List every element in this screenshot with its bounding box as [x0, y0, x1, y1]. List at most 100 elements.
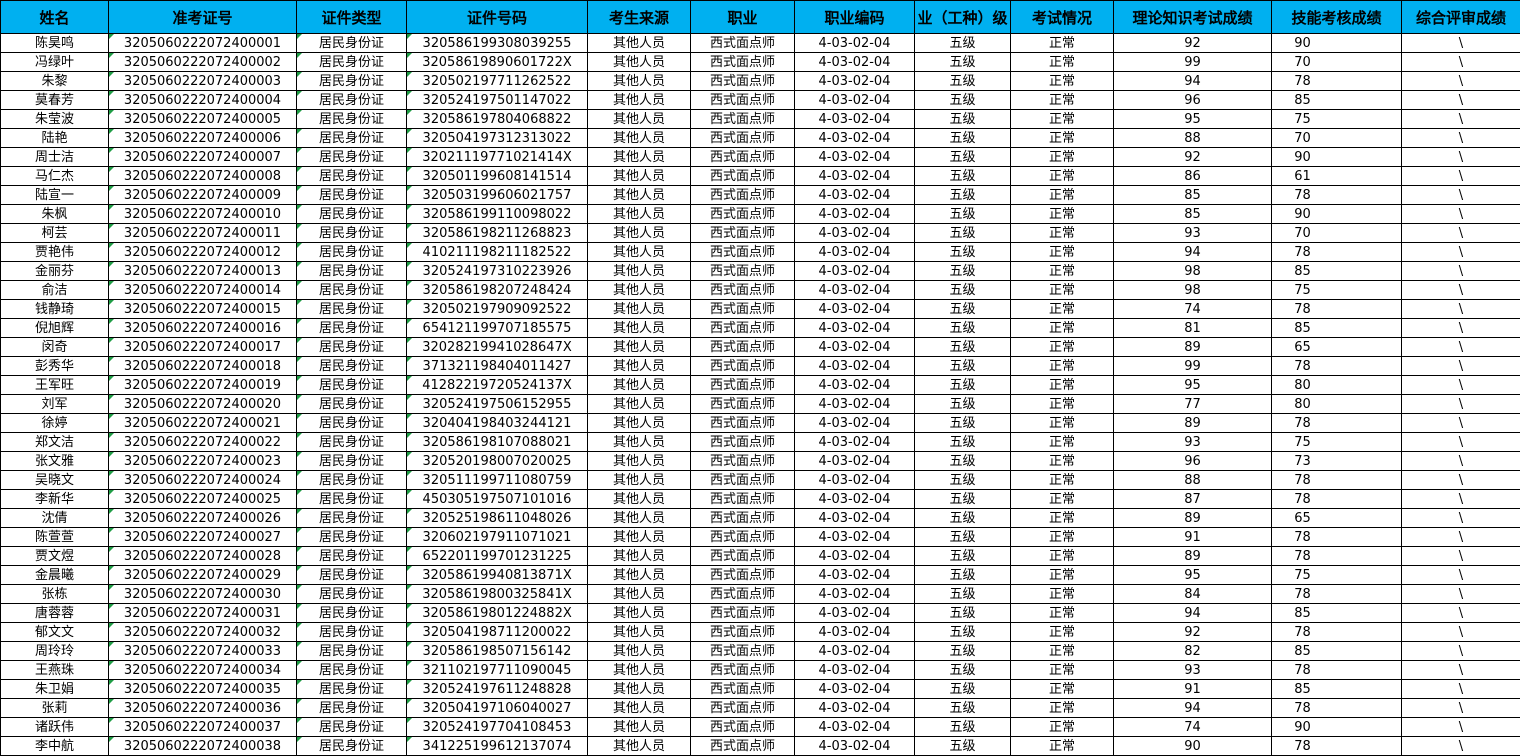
cell-level[interactable]: 五级: [915, 452, 1011, 471]
cell-id-number[interactable]: 32028219941028647X: [407, 338, 588, 357]
cell-candidate-source[interactable]: 其他人员: [588, 243, 691, 262]
cell-level[interactable]: 五级: [915, 34, 1011, 53]
header-candidate-source[interactable]: 考生来源: [588, 1, 691, 34]
cell-name[interactable]: 沈倩: [1, 509, 109, 528]
cell-skill-score[interactable]: 75: [1272, 281, 1402, 300]
cell-candidate-source[interactable]: 其他人员: [588, 566, 691, 585]
cell-id-number[interactable]: 32021119771021414X: [407, 148, 588, 167]
cell-exam-status[interactable]: 正常: [1011, 300, 1114, 319]
cell-exam-status[interactable]: 正常: [1011, 528, 1114, 547]
cell-occupation-code[interactable]: 4-03-02-04: [795, 395, 915, 414]
cell-skill-score[interactable]: 78: [1272, 490, 1402, 509]
cell-theory-score[interactable]: 95: [1114, 376, 1272, 395]
cell-name[interactable]: 柯芸: [1, 224, 109, 243]
cell-name[interactable]: 吴晓文: [1, 471, 109, 490]
cell-ticket-number[interactable]: 3205060222072400001: [109, 34, 297, 53]
cell-comprehensive-score[interactable]: \: [1402, 243, 1520, 262]
cell-exam-status[interactable]: 正常: [1011, 642, 1114, 661]
cell-level[interactable]: 五级: [915, 433, 1011, 452]
cell-occupation[interactable]: 西式面点师: [691, 167, 795, 186]
cell-id-number[interactable]: 654121199707185575: [407, 319, 588, 338]
cell-level[interactable]: 五级: [915, 148, 1011, 167]
cell-id-type[interactable]: 居民身份证: [297, 167, 407, 186]
header-occupation[interactable]: 职业: [691, 1, 795, 34]
cell-occupation-code[interactable]: 4-03-02-04: [795, 34, 915, 53]
cell-skill-score[interactable]: 78: [1272, 585, 1402, 604]
cell-name[interactable]: 张栋: [1, 585, 109, 604]
cell-comprehensive-score[interactable]: \: [1402, 91, 1520, 110]
cell-occupation[interactable]: 西式面点师: [691, 528, 795, 547]
cell-level[interactable]: 五级: [915, 319, 1011, 338]
cell-candidate-source[interactable]: 其他人员: [588, 471, 691, 490]
cell-occupation[interactable]: 西式面点师: [691, 148, 795, 167]
header-id-number[interactable]: 证件号码: [407, 1, 588, 34]
cell-id-number[interactable]: 320524197506152955: [407, 395, 588, 414]
cell-theory-score[interactable]: 99: [1114, 53, 1272, 72]
cell-skill-score[interactable]: 78: [1272, 528, 1402, 547]
cell-exam-status[interactable]: 正常: [1011, 338, 1114, 357]
cell-id-number[interactable]: 320586199308039255: [407, 34, 588, 53]
cell-comprehensive-score[interactable]: \: [1402, 490, 1520, 509]
cell-name[interactable]: 贾艳伟: [1, 243, 109, 262]
cell-exam-status[interactable]: 正常: [1011, 357, 1114, 376]
cell-occupation[interactable]: 西式面点师: [691, 91, 795, 110]
cell-occupation[interactable]: 西式面点师: [691, 34, 795, 53]
cell-name[interactable]: 俞洁: [1, 281, 109, 300]
cell-occupation-code[interactable]: 4-03-02-04: [795, 243, 915, 262]
cell-occupation-code[interactable]: 4-03-02-04: [795, 661, 915, 680]
cell-name[interactable]: 张莉: [1, 699, 109, 718]
cell-candidate-source[interactable]: 其他人员: [588, 452, 691, 471]
cell-comprehensive-score[interactable]: \: [1402, 395, 1520, 414]
cell-candidate-source[interactable]: 其他人员: [588, 300, 691, 319]
cell-theory-score[interactable]: 88: [1114, 471, 1272, 490]
cell-candidate-source[interactable]: 其他人员: [588, 414, 691, 433]
cell-theory-score[interactable]: 92: [1114, 34, 1272, 53]
cell-exam-status[interactable]: 正常: [1011, 433, 1114, 452]
cell-level[interactable]: 五级: [915, 281, 1011, 300]
cell-skill-score[interactable]: 73: [1272, 452, 1402, 471]
cell-comprehensive-score[interactable]: \: [1402, 414, 1520, 433]
cell-ticket-number[interactable]: 3205060222072400009: [109, 186, 297, 205]
cell-comprehensive-score[interactable]: \: [1402, 623, 1520, 642]
cell-name[interactable]: 李中航: [1, 737, 109, 756]
cell-id-type[interactable]: 居民身份证: [297, 585, 407, 604]
cell-exam-status[interactable]: 正常: [1011, 376, 1114, 395]
cell-exam-status[interactable]: 正常: [1011, 680, 1114, 699]
cell-id-number[interactable]: 320502197909092522: [407, 300, 588, 319]
cell-theory-score[interactable]: 95: [1114, 566, 1272, 585]
cell-id-type[interactable]: 居民身份证: [297, 148, 407, 167]
cell-comprehensive-score[interactable]: \: [1402, 585, 1520, 604]
header-ticket-number[interactable]: 准考证号: [109, 1, 297, 34]
cell-id-number[interactable]: 320501199608141514: [407, 167, 588, 186]
cell-occupation-code[interactable]: 4-03-02-04: [795, 471, 915, 490]
cell-ticket-number[interactable]: 3205060222072400035: [109, 680, 297, 699]
cell-occupation[interactable]: 西式面点师: [691, 471, 795, 490]
cell-skill-score[interactable]: 65: [1272, 338, 1402, 357]
cell-level[interactable]: 五级: [915, 737, 1011, 756]
cell-theory-score[interactable]: 93: [1114, 661, 1272, 680]
cell-exam-status[interactable]: 正常: [1011, 395, 1114, 414]
cell-occupation[interactable]: 西式面点师: [691, 186, 795, 205]
cell-skill-score[interactable]: 85: [1272, 680, 1402, 699]
cell-name[interactable]: 张文雅: [1, 452, 109, 471]
cell-level[interactable]: 五级: [915, 395, 1011, 414]
cell-candidate-source[interactable]: 其他人员: [588, 167, 691, 186]
cell-theory-score[interactable]: 89: [1114, 414, 1272, 433]
cell-occupation[interactable]: 西式面点师: [691, 72, 795, 91]
cell-theory-score[interactable]: 90: [1114, 737, 1272, 756]
cell-occupation[interactable]: 西式面点师: [691, 53, 795, 72]
cell-id-type[interactable]: 居民身份证: [297, 205, 407, 224]
cell-theory-score[interactable]: 92: [1114, 148, 1272, 167]
cell-ticket-number[interactable]: 3205060222072400027: [109, 528, 297, 547]
cell-comprehensive-score[interactable]: \: [1402, 300, 1520, 319]
cell-candidate-source[interactable]: 其他人员: [588, 129, 691, 148]
cell-exam-status[interactable]: 正常: [1011, 471, 1114, 490]
cell-theory-score[interactable]: 74: [1114, 300, 1272, 319]
cell-comprehensive-score[interactable]: \: [1402, 224, 1520, 243]
cell-occupation-code[interactable]: 4-03-02-04: [795, 110, 915, 129]
cell-level[interactable]: 五级: [915, 680, 1011, 699]
cell-ticket-number[interactable]: 3205060222072400037: [109, 718, 297, 737]
cell-id-number[interactable]: 320525198611048026: [407, 509, 588, 528]
cell-skill-score[interactable]: 85: [1272, 319, 1402, 338]
cell-candidate-source[interactable]: 其他人员: [588, 281, 691, 300]
